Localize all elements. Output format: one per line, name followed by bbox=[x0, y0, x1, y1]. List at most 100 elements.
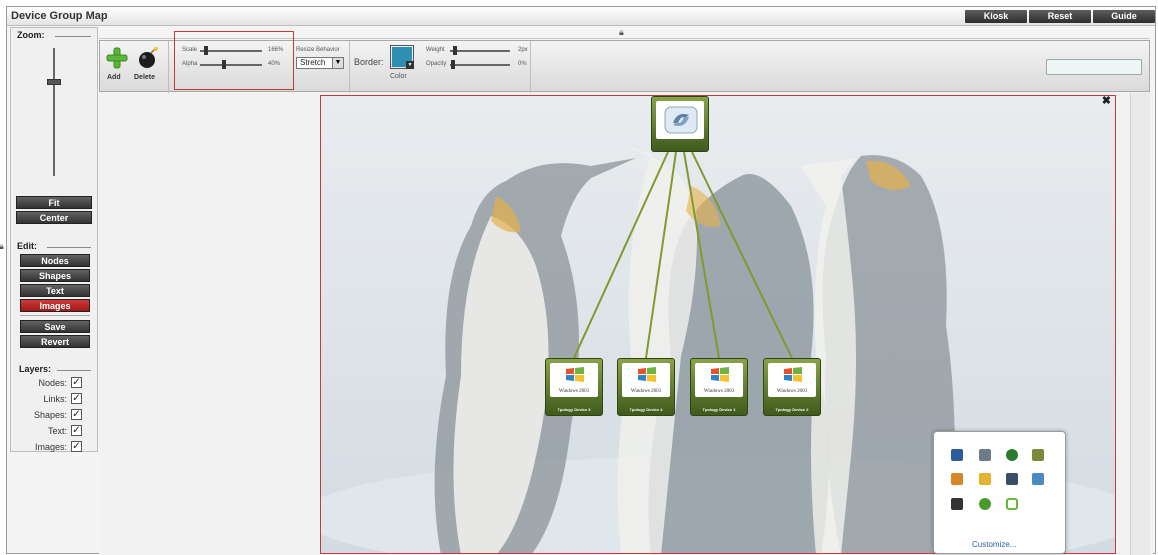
kiosk-button[interactable]: Kiosk bbox=[965, 10, 1027, 23]
folder-icon[interactable] bbox=[979, 473, 991, 485]
child-node-name: Tpology Device 1 bbox=[702, 407, 736, 412]
opacity-slider[interactable] bbox=[450, 64, 510, 66]
database-icon[interactable] bbox=[1032, 449, 1044, 461]
windows-logo-icon bbox=[784, 367, 802, 382]
edit-images-button[interactable]: Images bbox=[20, 299, 90, 312]
toolbar-text-input[interactable] bbox=[1046, 59, 1142, 75]
toolbar-divider-2 bbox=[349, 41, 350, 93]
user-icon[interactable] bbox=[951, 473, 963, 485]
layer-images-label: Images: bbox=[34, 442, 67, 452]
edit-text-button[interactable]: Text bbox=[20, 284, 90, 297]
zoom-thumb[interactable] bbox=[47, 79, 61, 85]
resize-behavior-value: Stretch bbox=[300, 58, 326, 67]
lock-icon[interactable]: 🔒︎ bbox=[619, 27, 624, 38]
save-button[interactable]: Save bbox=[20, 320, 90, 333]
zoom-track bbox=[53, 48, 55, 176]
child-node-3[interactable]: Windows 2003 Tpology Device 1 bbox=[690, 358, 748, 416]
layer-links-checkbox[interactable]: ✓ bbox=[71, 393, 82, 404]
customize-link[interactable]: Customize... bbox=[972, 540, 1016, 549]
edit-label: Edit: bbox=[17, 241, 37, 251]
leaf-shape-icon[interactable] bbox=[1006, 498, 1018, 510]
opacity-value: 0% bbox=[518, 61, 527, 67]
window-title: Device Group Map bbox=[11, 10, 108, 22]
opacity-label: Opacity bbox=[426, 61, 447, 67]
weight-slider-thumb[interactable] bbox=[453, 46, 457, 55]
guide-button[interactable]: Guide bbox=[1093, 10, 1155, 23]
icon-palette-popup: Customize... bbox=[933, 431, 1066, 554]
add-label: Add bbox=[107, 74, 121, 81]
printer-icon[interactable] bbox=[1006, 473, 1018, 485]
scale-slider[interactable] bbox=[200, 50, 262, 52]
add-plus-icon bbox=[106, 47, 128, 69]
revert-button[interactable]: Revert bbox=[20, 335, 90, 348]
child-node-os-label: Windows 2003 bbox=[703, 389, 735, 394]
edit-separator bbox=[20, 315, 90, 316]
fit-button[interactable]: Fit bbox=[16, 196, 92, 209]
color-dropdown-icon[interactable]: ▼ bbox=[406, 61, 414, 69]
child-node-os-label: Windows 2003 bbox=[776, 389, 808, 394]
child-node-face: Windows 2003 bbox=[550, 363, 598, 397]
scale-value: 166% bbox=[268, 47, 284, 53]
layers-label: Layers: bbox=[19, 364, 52, 374]
border-color-swatch[interactable]: ▼ bbox=[390, 45, 414, 69]
child-node-name: Tpology Device 4 bbox=[629, 407, 663, 412]
delete-button[interactable]: Delete bbox=[132, 47, 164, 89]
group-node-face bbox=[656, 101, 704, 139]
color-label: Color bbox=[390, 73, 407, 80]
delete-label: Delete bbox=[134, 74, 156, 81]
globe-icon[interactable] bbox=[1006, 449, 1018, 461]
delete-bomb-icon bbox=[139, 47, 158, 68]
router-icon[interactable] bbox=[951, 498, 963, 510]
child-node-4[interactable]: Windows 2003 Tpology Device 2 bbox=[763, 358, 821, 416]
phone-icon[interactable] bbox=[1032, 473, 1044, 485]
layer-links-label: Links: bbox=[43, 394, 67, 404]
scale-slider-thumb[interactable] bbox=[204, 46, 208, 55]
weight-label: Weight bbox=[426, 47, 445, 53]
child-node-face: Windows 2003 bbox=[695, 363, 743, 397]
server-icon[interactable] bbox=[979, 449, 991, 461]
center-button[interactable]: Center bbox=[16, 211, 92, 224]
layer-images-checkbox[interactable]: ✓ bbox=[71, 441, 82, 452]
alpha-value: 40% bbox=[268, 61, 281, 67]
child-node-os-label: Windows 2003 bbox=[630, 389, 662, 394]
zoom-divider bbox=[55, 36, 91, 37]
layer-nodes-checkbox[interactable]: ✓ bbox=[71, 377, 82, 388]
image-toolbar: Add Delete Scale 166% Alpha 40% Resize B… bbox=[99, 31, 1150, 93]
layer-shapes-checkbox[interactable]: ✓ bbox=[71, 409, 82, 420]
edit-lock-icon[interactable]: 🔒︎ bbox=[0, 241, 4, 252]
zoom-label: Zoom: bbox=[17, 30, 45, 40]
windows-logo-icon bbox=[566, 367, 584, 382]
opacity-slider-thumb[interactable] bbox=[451, 60, 455, 69]
left-control-panel: Zoom: Fit Center 🔒︎ Edit: Nodes Shapes T… bbox=[0, 27, 98, 452]
layers-divider bbox=[57, 370, 91, 371]
edit-shapes-button[interactable]: Shapes bbox=[20, 269, 90, 282]
child-node-2[interactable]: Windows 2003 Tpology Device 4 bbox=[617, 358, 675, 416]
title-bar: Device Group Map Kiosk Reset Guide bbox=[7, 7, 1155, 26]
child-node-1[interactable]: Windows 2003 Tpology Device 3 bbox=[545, 358, 603, 416]
green-orb-icon[interactable] bbox=[979, 498, 991, 510]
scale-label: Scale bbox=[182, 47, 198, 53]
child-node-face: Windows 2003 bbox=[622, 363, 670, 397]
layer-text-checkbox[interactable]: ✓ bbox=[71, 425, 82, 436]
monitor-icon[interactable] bbox=[951, 449, 963, 461]
vertical-scrollbar[interactable] bbox=[1130, 93, 1150, 555]
chevron-down-icon[interactable]: ▼ bbox=[332, 58, 343, 68]
layer-text-label: Text: bbox=[47, 426, 67, 436]
child-node-os-label: Windows 2003 bbox=[558, 389, 590, 394]
child-node-name: Tpology Device 2 bbox=[775, 407, 809, 412]
resize-behavior-label: Resize Behavior bbox=[296, 47, 340, 53]
add-button[interactable]: Add bbox=[104, 47, 130, 89]
weight-slider[interactable] bbox=[450, 50, 510, 52]
network-group-icon bbox=[664, 106, 698, 134]
toolbar-divider-1 bbox=[168, 41, 169, 93]
child-node-name: Tpology Device 3 bbox=[557, 407, 591, 412]
reset-button[interactable]: Reset bbox=[1029, 10, 1091, 23]
zoom-slider[interactable] bbox=[47, 48, 61, 176]
alpha-slider-thumb[interactable] bbox=[222, 60, 226, 69]
layer-shapes-label: Shapes: bbox=[33, 410, 67, 420]
close-icon[interactable]: ✖ bbox=[1102, 96, 1111, 107]
resize-behavior-select[interactable]: Stretch ▼ bbox=[296, 57, 344, 69]
alpha-slider[interactable] bbox=[200, 64, 262, 66]
edit-nodes-button[interactable]: Nodes bbox=[20, 254, 90, 267]
group-node[interactable] bbox=[651, 96, 709, 152]
